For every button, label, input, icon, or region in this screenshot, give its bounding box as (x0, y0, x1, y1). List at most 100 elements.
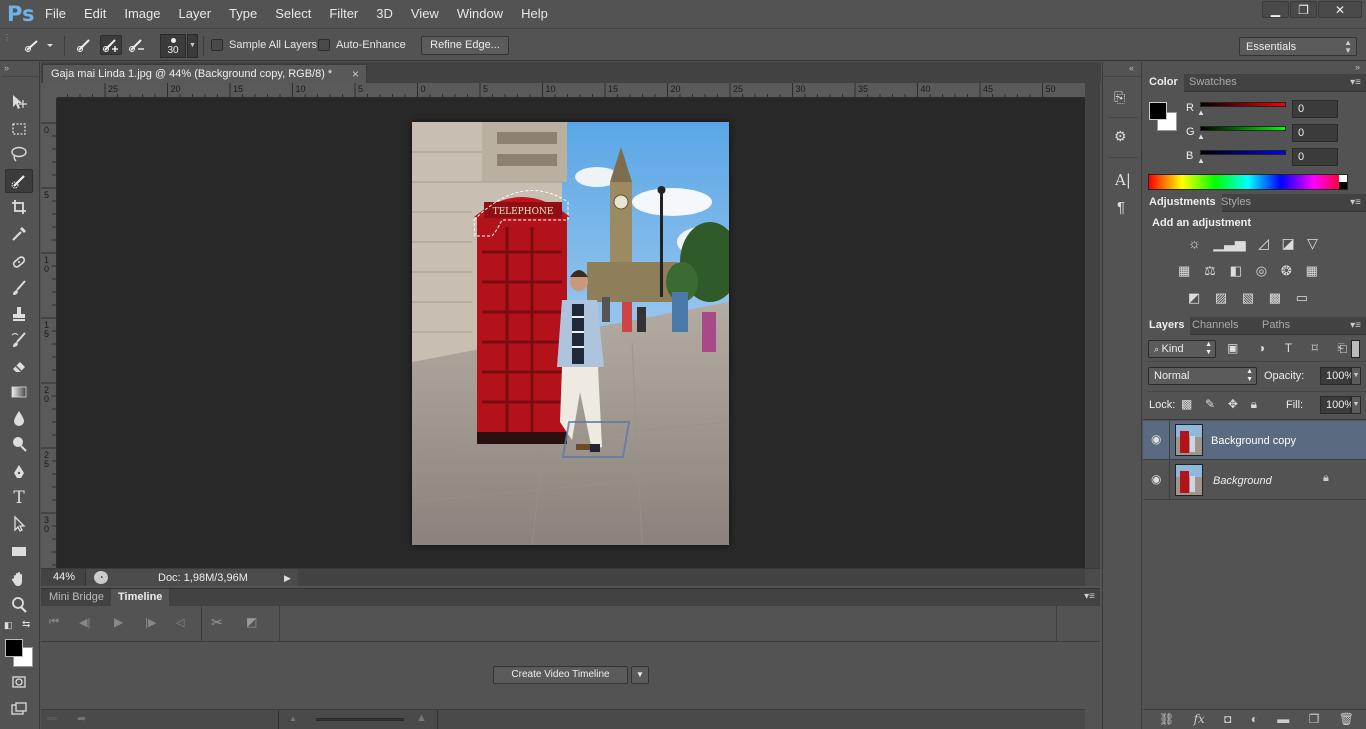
document-image[interactable]: TELEPHONE (412, 122, 729, 545)
curves-icon[interactable]: ◿ (1258, 235, 1269, 252)
brush-tool-icon[interactable] (5, 276, 33, 300)
lock-transparent-pixels-icon[interactable]: ▩ (1181, 397, 1192, 412)
visibility-eye-icon[interactable]: ◉ (1151, 472, 1161, 486)
delete-layer-icon[interactable]: 🗑︎ (1339, 712, 1354, 726)
new-group-icon[interactable]: ▬ (1277, 712, 1289, 726)
lasso-tool-icon[interactable] (5, 142, 33, 166)
layer-row-background[interactable]: ◉ Background 🔒︎ (1143, 461, 1366, 500)
render-video-icon[interactable]: ➦ (77, 712, 86, 725)
menu-type[interactable]: Type (220, 0, 266, 28)
new-selection-brush-icon[interactable] (74, 35, 96, 55)
layer-row-background-copy[interactable]: ◉ Background copy (1143, 421, 1366, 460)
menu-edit[interactable]: Edit (75, 0, 115, 28)
menu-select[interactable]: Select (266, 0, 320, 28)
collapse-right-icon[interactable]: » (1355, 62, 1360, 72)
tab-timeline[interactable]: Timeline (111, 589, 170, 607)
move-tool-icon[interactable] (5, 90, 33, 114)
minimize-button[interactable]: ▁ (1262, 1, 1289, 18)
history-brush-tool-icon[interactable] (5, 328, 33, 352)
menu-3d[interactable]: 3D (367, 0, 402, 28)
menu-file[interactable]: File (36, 0, 75, 28)
filter-adjustment-layers-icon[interactable]: ◑ (1258, 341, 1265, 356)
fill-input[interactable]: 100% (1320, 396, 1354, 414)
close-document-icon[interactable]: × (352, 65, 359, 83)
crop-tool-icon[interactable] (5, 195, 33, 219)
default-colors-icon[interactable]: ◧ (4, 620, 13, 631)
channel-value-g[interactable]: 0 (1292, 124, 1338, 142)
levels-icon[interactable]: ▁▃▅ (1213, 235, 1245, 252)
convert-frames-icon[interactable]: ▫▫▫ (47, 713, 57, 723)
properties-panel-icon[interactable]: ⚙ (1114, 128, 1127, 145)
transition-icon[interactable]: ◩ (246, 615, 257, 629)
timeline-panel-menu-icon[interactable]: ▾≡ (1084, 591, 1095, 602)
menu-window[interactable]: Window (448, 0, 512, 28)
collapse-toolbar-icon[interactable]: » (4, 63, 9, 73)
next-frame-icon[interactable]: |▶ (145, 616, 156, 629)
workspace-switcher[interactable]: Essentials ▲ ▼ (1239, 37, 1357, 56)
type-tool-icon[interactable]: T (5, 486, 33, 510)
add-mask-icon[interactable]: ◘ (1224, 712, 1231, 726)
add-to-selection-brush-icon[interactable] (100, 35, 122, 55)
new-adjustment-layer-icon[interactable]: ◐ (1251, 712, 1258, 726)
split-scissors-icon[interactable]: ✂ (211, 614, 223, 631)
hue-saturation-icon[interactable]: ▦ (1178, 263, 1190, 279)
link-layers-icon[interactable]: ⛓︎ (1159, 712, 1174, 726)
tool-preset-picker[interactable] (20, 35, 56, 55)
restore-button[interactable]: ❐ (1290, 1, 1317, 18)
timeline-options-dropdown-icon[interactable]: ▼ (631, 666, 649, 684)
black-white-icon[interactable]: ◧ (1230, 263, 1242, 279)
photo-filter-icon[interactable]: ◎ (1256, 263, 1267, 279)
filter-pixel-layers-icon[interactable]: ▣ (1227, 341, 1238, 356)
brush-size-dropdown-icon[interactable]: ▼ (187, 34, 198, 58)
gradient-tool-icon[interactable] (5, 380, 33, 404)
menu-view[interactable]: View (402, 0, 448, 28)
blend-mode-select[interactable]: Normal ▲ ▼ (1148, 367, 1257, 385)
expand-dock-icon[interactable]: « (1129, 63, 1134, 73)
blur-tool-icon[interactable] (5, 406, 33, 430)
channel-value-b[interactable]: 0 (1292, 148, 1338, 166)
layers-panel-menu-icon[interactable]: ▾≡ (1350, 320, 1361, 331)
filter-shape-layers-icon[interactable]: ⌑ (1312, 341, 1318, 356)
filter-type-layers-icon[interactable]: T (1285, 341, 1292, 356)
channel-slider-b[interactable] (1200, 150, 1286, 155)
eraser-tool-icon[interactable] (5, 354, 33, 378)
lock-all-icon[interactable]: 🔒︎ (1251, 397, 1257, 412)
channel-slider-g[interactable] (1200, 126, 1286, 131)
menu-filter[interactable]: Filter (320, 0, 367, 28)
previous-frame-icon[interactable]: ◀| (79, 616, 90, 629)
channel-slider-thumb-icon[interactable]: ▲ (1197, 132, 1205, 141)
tab-adjustments[interactable]: Adjustments (1143, 194, 1222, 212)
zoom-level[interactable]: 44% (41, 569, 86, 586)
layer-filter-kind[interactable]: ⌕ Kind ▲ ▼ (1148, 340, 1216, 358)
dodge-tool-icon[interactable] (5, 432, 33, 456)
channel-slider-r[interactable] (1200, 102, 1286, 107)
swap-colors-icon[interactable]: ⇆ (22, 619, 30, 630)
selective-color-icon[interactable]: ▩ (1269, 290, 1281, 306)
color-ramp[interactable] (1148, 174, 1348, 190)
adjustments-panel-menu-icon[interactable]: ▾≡ (1350, 197, 1361, 208)
brightness-contrast-icon[interactable]: ☼ (1188, 235, 1201, 252)
sample-all-layers-checkbox[interactable] (211, 39, 223, 51)
vertical-scrollbar[interactable] (1085, 83, 1100, 568)
rectangular-marquee-tool-icon[interactable] (5, 117, 33, 141)
quick-mask-icon[interactable] (5, 670, 33, 694)
path-selection-tool-icon[interactable] (5, 512, 33, 536)
tab-paths[interactable]: Paths (1256, 317, 1296, 335)
layer-style-icon[interactable]: fx (1194, 712, 1205, 726)
spot-healing-brush-tool-icon[interactable] (5, 250, 33, 274)
audio-icon[interactable]: ◁ (176, 616, 184, 629)
auto-enhance-checkbox[interactable] (318, 39, 330, 51)
clone-stamp-tool-icon[interactable] (5, 302, 33, 326)
document-tab[interactable]: Gaja mai Linda 1.jpg @ 44% (Background c… (42, 64, 367, 83)
canvas-area[interactable]: TELEPHONE (57, 98, 1085, 568)
fill-dropdown-icon[interactable]: ▼ (1351, 396, 1361, 414)
subtract-from-selection-brush-icon[interactable] (126, 35, 148, 55)
menu-help[interactable]: Help (512, 0, 557, 28)
create-video-timeline-button[interactable]: Create Video Timeline (493, 666, 628, 684)
tab-styles[interactable]: Styles (1215, 194, 1257, 212)
eyedropper-tool-icon[interactable] (5, 222, 33, 246)
timeline-zoom-slider[interactable] (316, 718, 404, 721)
filter-toggle[interactable] (1351, 340, 1360, 358)
color-balance-icon[interactable]: ⚖ (1204, 263, 1216, 279)
tab-layers[interactable]: Layers (1143, 317, 1191, 335)
